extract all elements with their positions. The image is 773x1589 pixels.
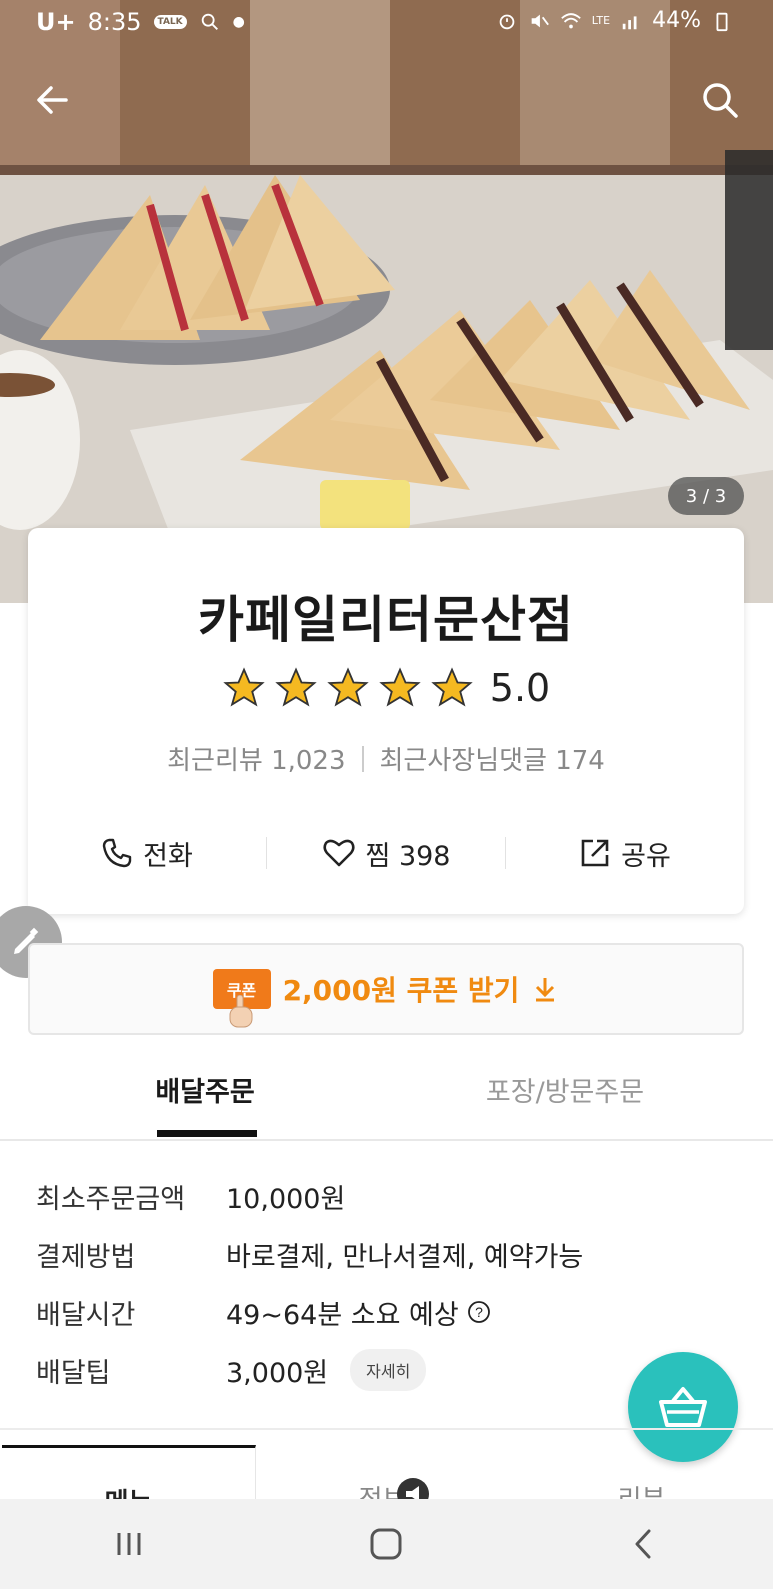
svg-text:?: ? (475, 1304, 483, 1320)
recent-reviews-link[interactable]: 최근리뷰 1,023 (167, 740, 345, 777)
store-hero-image[interactable]: U+ 8:35 TALK ● LTE 44% 3 / 3 (0, 0, 773, 603)
info-value: 49~64분 소요 예상 (226, 1299, 459, 1331)
tab-review[interactable]: 리뷰 (510, 1445, 773, 1499)
info-row-min-order: 최소주문금액 10,000원 (36, 1174, 345, 1218)
arrow-left-icon (37, 86, 68, 114)
favorite-label: 찜 398 (365, 840, 451, 872)
back-button[interactable] (26, 74, 78, 126)
info-value: 바로결제, 만나서결제, 예약가능 (226, 1241, 584, 1273)
tab-review-label: 리뷰 (618, 1479, 666, 1499)
coupon-tag-icon: 쿠폰 (212, 969, 271, 1028)
share-button[interactable]: 공유 (506, 834, 744, 873)
rating-value: 5.0 (489, 666, 551, 710)
kakaotalk-notification-icon: TALK (153, 15, 187, 29)
system-navigation-bar (0, 1499, 773, 1589)
signal-icon (622, 15, 637, 29)
info-label: 결제방법 (36, 1241, 136, 1273)
mute-icon (531, 14, 549, 27)
action-row: 전화 찜 398 공유 (28, 828, 744, 878)
order-type-tabs: 배달주문 포장/방문주문 (0, 1070, 773, 1140)
wifi-icon (561, 12, 581, 28)
basket-icon (659, 1387, 707, 1427)
info-row-payment: 결제방법 바로결제, 만나서결제, 예약가능 (36, 1232, 583, 1276)
call-button[interactable]: 전화 (28, 834, 266, 873)
info-label: 최소주문금액 (36, 1183, 186, 1215)
alarm-icon (499, 14, 515, 29)
status-bar: U+ 8:35 TALK ● LTE 44% (0, 0, 773, 48)
megaphone-icon (397, 1478, 429, 1499)
search-button[interactable] (694, 74, 746, 126)
tab-menu-label: 메뉴 (105, 1482, 153, 1499)
info-label: 배달시간 (36, 1299, 136, 1331)
home-button[interactable] (356, 1514, 416, 1574)
coupon-download-button[interactable]: 쿠폰 2,000원 쿠폰 받기 (28, 943, 744, 1035)
heart-icon (322, 839, 355, 867)
download-icon (536, 978, 555, 1002)
recent-apps-icon (117, 1533, 141, 1555)
tab-menu[interactable]: 메뉴 (2, 1445, 256, 1499)
info-row-delivery-tip: 배달팁 3,000원 자세히 (36, 1348, 427, 1392)
search-notification-icon (201, 13, 218, 30)
hand-pointer-icon (229, 995, 253, 1028)
sandwich-photo (0, 0, 773, 603)
divider (0, 1139, 773, 1141)
share-label: 공유 (621, 840, 671, 872)
share-icon (581, 839, 609, 867)
divider (0, 1428, 773, 1430)
call-label: 전화 (143, 840, 193, 872)
divider (361, 745, 364, 772)
clock: 8:35 (87, 8, 142, 36)
coupon-label: 2,000원 쿠폰 받기 (282, 974, 520, 1007)
info-value-wrap: 49~64분 소요 예상 ? (226, 1293, 491, 1332)
tab-pickup-order[interactable]: 포장/방문주문 (480, 1070, 650, 1140)
recent-apps-button[interactable] (99, 1514, 159, 1574)
favorite-button[interactable]: 찜 398 (267, 834, 505, 873)
star-icon (275, 667, 317, 707)
battery-label: 44% (652, 8, 701, 33)
owner-comments-link[interactable]: 최근사장님댓글 174 (380, 740, 605, 777)
info-value: 10,000원 (226, 1183, 346, 1215)
info-row-delivery-time: 배달시간 49~64분 소요 예상 ? (36, 1290, 491, 1334)
battery-icon (716, 12, 728, 31)
star-icon (327, 667, 369, 707)
dot-notification-icon: ● (232, 14, 245, 30)
chevron-left-icon (635, 1529, 651, 1559)
phone-icon (102, 838, 132, 868)
store-info-card: 카페일리터문산점 5.0 최근리뷰 1,023 최근사장님댓글 174 전화 찜… (28, 528, 744, 914)
star-icon (431, 667, 473, 707)
info-value-wrap: 3,000원 자세히 (226, 1349, 427, 1391)
search-icon (703, 83, 738, 118)
home-icon (370, 1528, 402, 1560)
network-label: LTE (591, 14, 611, 27)
carrier-label: U+ (36, 8, 76, 36)
question-circle-icon[interactable]: ? (467, 1300, 491, 1324)
info-value: 3,000원 (226, 1357, 329, 1389)
review-stats: 최근리뷰 1,023 최근사장님댓글 174 (28, 740, 744, 777)
store-name: 카페일리터문산점 (198, 591, 574, 649)
rating-row: 5.0 (28, 666, 744, 710)
info-label: 배달팁 (36, 1357, 111, 1389)
delivery-tip-detail-button[interactable]: 자세히 (350, 1349, 427, 1391)
photo-counter: 3 / 3 (668, 477, 744, 515)
active-tab-indicator (157, 1130, 257, 1137)
content-tabs: 메뉴 정보 리뷰 (0, 1445, 773, 1499)
star-icon (223, 667, 265, 707)
tab-info[interactable]: 정보 (256, 1445, 509, 1499)
system-back-button[interactable] (614, 1514, 674, 1574)
star-icon (379, 667, 421, 707)
